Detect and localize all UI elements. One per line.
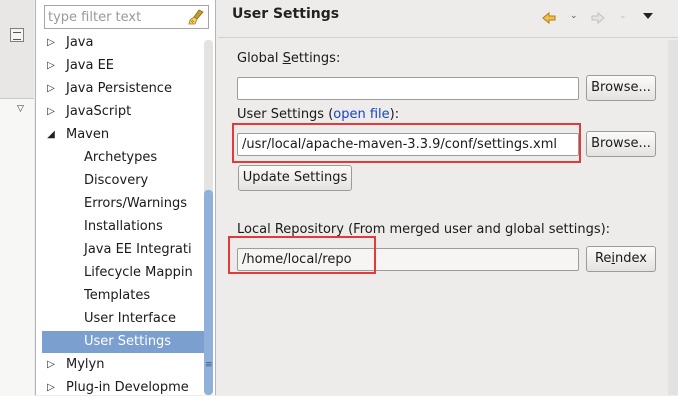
user-settings-field-box	[237, 133, 579, 156]
preferences-tree-panel: ▷ Java ▷ Java EE ▷ Java Persistence ▷ Ja…	[35, 0, 216, 395]
tree-item-label: Lifecycle Mappin	[84, 265, 193, 280]
tree-item-user-interface[interactable]: User Interface	[42, 308, 206, 330]
tree-item-label: Templates	[84, 288, 151, 303]
back-arrow-icon[interactable]	[541, 10, 557, 26]
back-dropdown-icon[interactable]: ⌄	[570, 11, 578, 21]
tree-item-maven[interactable]: ◢ Maven	[42, 124, 206, 146]
tree-item-javascript[interactable]: ▷ JavaScript	[42, 101, 206, 123]
title-separator	[218, 37, 678, 38]
tree-item-errors-warnings[interactable]: Errors/Warnings	[42, 193, 206, 215]
open-file-link[interactable]: open file	[333, 107, 389, 122]
tree-item-java-persistence[interactable]: ▷ Java Persistence	[42, 78, 206, 100]
tree-item-label: Archetypes	[84, 150, 158, 165]
tree-item-archetypes[interactable]: Archetypes	[42, 147, 206, 169]
expand-icon[interactable]: ▷	[44, 101, 58, 123]
page-title: User Settings	[232, 6, 340, 22]
tree-item-label: Maven	[66, 127, 110, 142]
preference-page: User Settings ⌄ ⌄ Global Settings: Brows…	[218, 0, 678, 395]
filter-box	[44, 5, 209, 29]
tree-item-label: Java EE Integrati	[84, 242, 192, 257]
global-settings-label: Global Settings:	[237, 51, 341, 66]
filter-input[interactable]	[48, 7, 184, 27]
expand-icon[interactable]: ▷	[44, 78, 58, 100]
expand-icon[interactable]: ▷	[44, 354, 58, 376]
global-settings-field-box	[237, 77, 579, 100]
update-settings-button[interactable]: Update Settings	[238, 165, 352, 191]
tree-item-label: Installations	[84, 219, 163, 234]
expand-icon[interactable]: ▷	[44, 32, 58, 54]
tree-item-label: Mylyn	[66, 357, 105, 372]
tree-item-label: User Settings	[84, 334, 172, 349]
preferences-tree: ▷ Java ▷ Java EE ▷ Java Persistence ▷ Ja…	[36, 32, 206, 395]
collapse-icon[interactable]: ◢	[44, 124, 58, 146]
reindex-button[interactable]: Reindex	[586, 246, 656, 272]
tree-item-label: Java Persistence	[66, 81, 172, 96]
tree-item-java-ee-integration[interactable]: Java EE Integrati	[42, 239, 206, 261]
local-repository-label: Local Repository (From merged user and g…	[237, 222, 611, 237]
user-settings-field[interactable]	[238, 134, 578, 155]
tree-item-label: Plug-in Developme	[66, 380, 189, 395]
page-scrollbar[interactable]	[668, 40, 678, 395]
tree-item-user-settings[interactable]: User Settings	[42, 331, 206, 353]
view-menu-icon[interactable]	[643, 13, 653, 19]
tree-item-label: User Interface	[84, 311, 176, 326]
tree-scrollbar[interactable]	[204, 40, 213, 395]
global-settings-field[interactable]	[238, 78, 578, 99]
workbench-view	[0, 98, 34, 396]
tree-item-java-ee[interactable]: ▷ Java EE	[42, 55, 206, 77]
tree-item-label: Discovery	[84, 173, 149, 188]
user-settings-label: User Settings (open file):	[237, 107, 400, 122]
global-browse-button[interactable]: Browse...	[586, 75, 656, 101]
tree-item-label: Java EE	[66, 58, 115, 73]
workbench-strip: ▽	[0, 0, 34, 396]
tree-item-label: JavaScript	[66, 104, 132, 119]
local-repository-field-box	[237, 248, 579, 271]
tree-item-discovery[interactable]: Discovery	[42, 170, 206, 192]
tree-item-mylyn[interactable]: ▷ Mylyn	[42, 354, 206, 376]
tree-item-label: Errors/Warnings	[84, 196, 188, 211]
tree-item-templates[interactable]: Templates	[42, 285, 206, 307]
user-browse-button[interactable]: Browse...	[586, 131, 656, 157]
tree-scrollbar-thumb[interactable]	[204, 190, 213, 395]
clear-filter-icon[interactable]	[187, 8, 205, 26]
forward-dropdown-icon[interactable]: ⌄	[619, 11, 627, 21]
local-repository-field[interactable]	[238, 249, 578, 270]
tree-item-lifecycle-mappings[interactable]: Lifecycle Mappin	[42, 262, 206, 284]
forward-arrow-icon[interactable]	[590, 10, 606, 26]
expand-icon[interactable]: ▷	[44, 377, 58, 395]
expand-icon[interactable]: ▷	[44, 55, 58, 77]
expand-arrow-icon[interactable]: ▽	[17, 104, 24, 114]
toolbar-icon[interactable]	[10, 28, 24, 42]
tree-item-installations[interactable]: Installations	[42, 216, 206, 238]
tree-item-label: Java	[66, 35, 94, 50]
tree-item-plugin-development[interactable]: ▷ Plug-in Developme	[42, 377, 206, 395]
tree-item-java[interactable]: ▷ Java	[42, 32, 206, 54]
